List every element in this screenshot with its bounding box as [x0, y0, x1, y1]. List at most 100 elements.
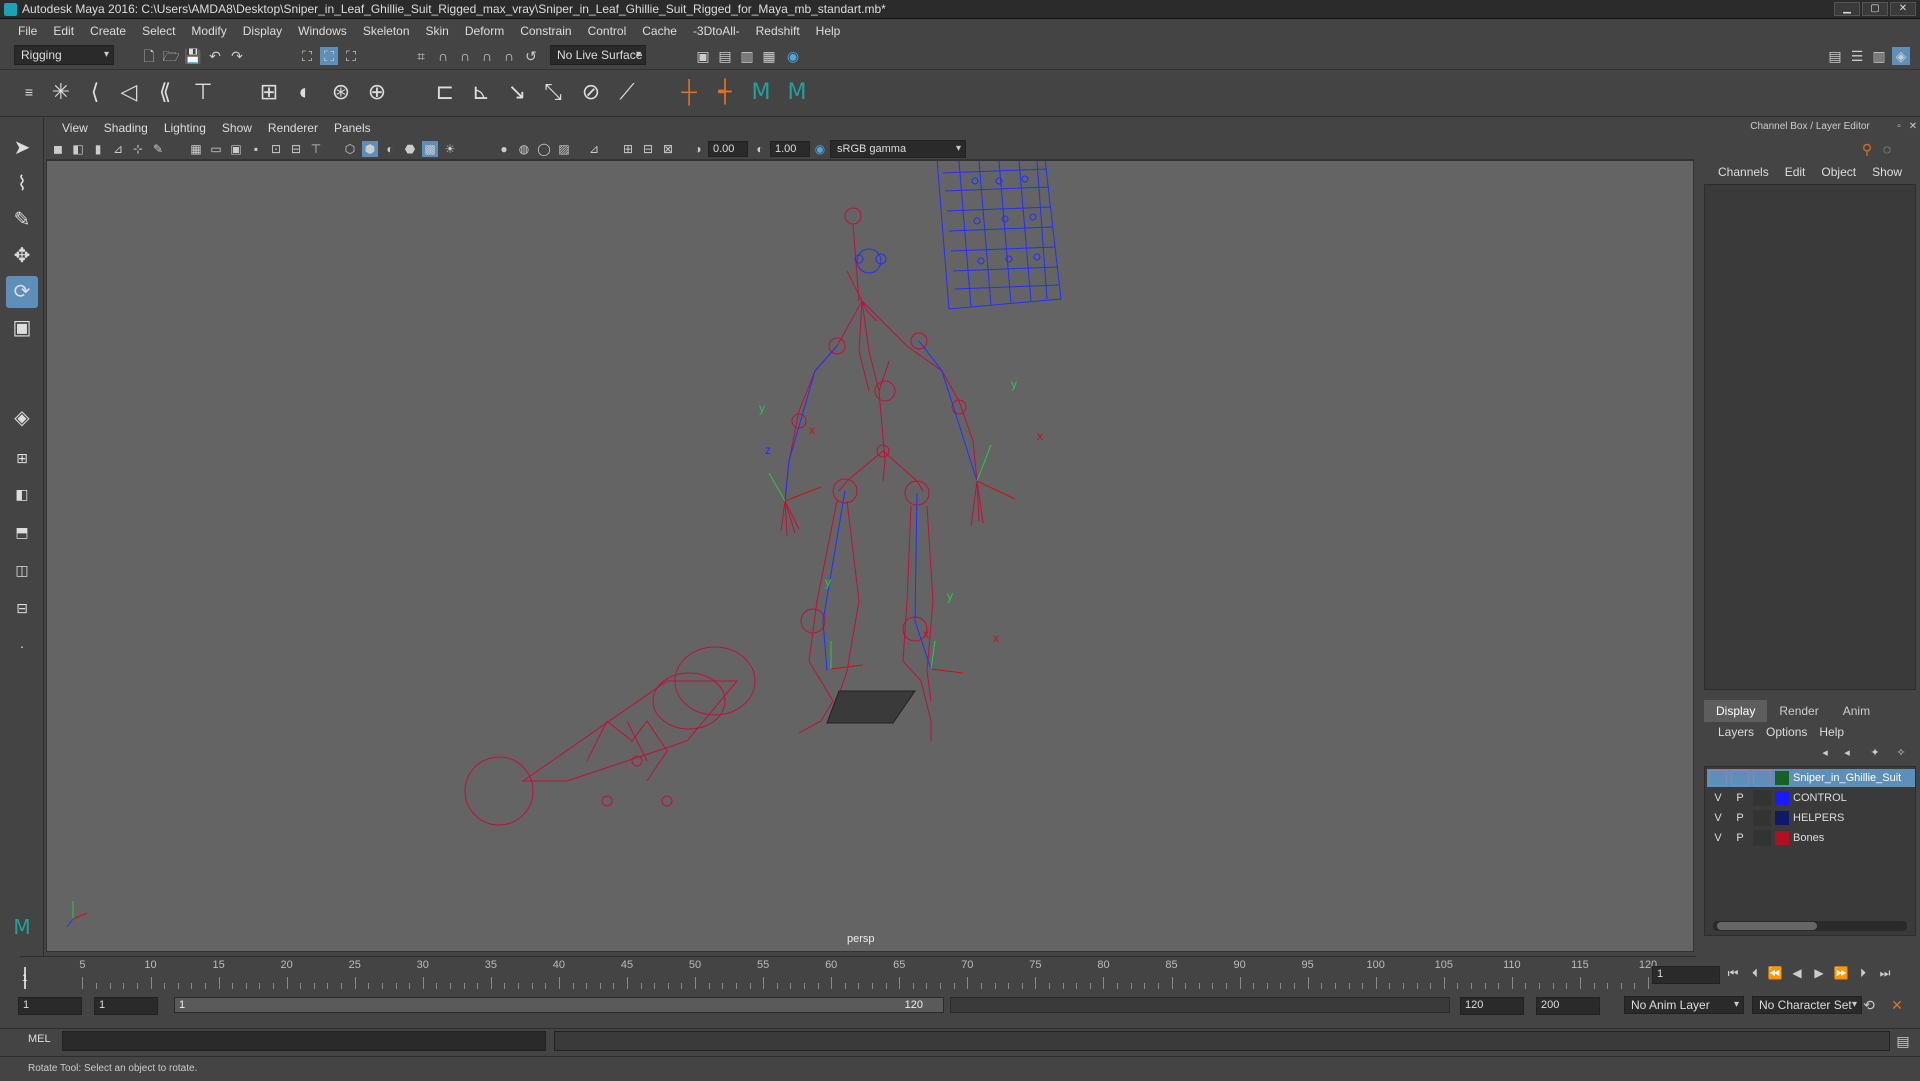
snap-grid-icon[interactable]: ⌗	[412, 47, 430, 65]
animation-preferences-icon[interactable]: ✕	[1888, 996, 1906, 1014]
select-camera-icon[interactable]: ◼	[50, 141, 66, 157]
paint-select-icon[interactable]: ✎	[6, 204, 38, 236]
snap-surface-icon[interactable]: ∩	[500, 47, 518, 65]
motion-blur-icon[interactable]: ◯	[536, 141, 552, 157]
vp-menu-shading[interactable]: Shading	[96, 121, 156, 135]
gate-mask-icon[interactable]: ▪	[248, 141, 264, 157]
xray-active-icon[interactable]: ⊟	[640, 141, 656, 157]
le-menu-help[interactable]: Help	[1813, 725, 1850, 739]
maya-m-icon[interactable]: Ⅿ	[746, 77, 776, 107]
facial-control-board[interactable]	[936, 161, 1062, 310]
scale-constraint-icon[interactable]: ⤡	[538, 77, 568, 107]
camera-attributes-icon[interactable]: ◧	[70, 141, 86, 157]
safe-title-icon[interactable]: ⊤	[308, 141, 324, 157]
vp-menu-show[interactable]: Show	[214, 121, 260, 135]
layer-playback-toggle[interactable]: P	[1731, 830, 1749, 846]
cb-menu-channels[interactable]: Channels	[1710, 165, 1777, 179]
image-plane-icon[interactable]: ⊿	[110, 141, 126, 157]
perspective-viewport[interactable]: y x z y x y x y x persp	[46, 160, 1694, 952]
menu-control[interactable]: Control	[580, 24, 635, 38]
close-button[interactable]: ✕	[1890, 2, 1916, 16]
layer-row-control[interactable]: V P CONTROL	[1707, 789, 1915, 807]
vp-menu-lighting[interactable]: Lighting	[156, 121, 214, 135]
color-management-icon[interactable]: ◉	[812, 141, 828, 157]
channel-box-options-icon[interactable]: ◌	[1878, 140, 1896, 158]
bind-skin-icon[interactable]: ⊞	[254, 77, 284, 107]
cluster-handle-icon[interactable]: ┽	[710, 77, 740, 107]
isolate-select-icon[interactable]: ⊿	[586, 141, 602, 157]
persp-graph-layout-icon[interactable]: ⬒	[6, 516, 38, 548]
screen-space-ao-icon[interactable]: ◍	[516, 141, 532, 157]
modeling-toolkit-icon[interactable]: ▤	[1826, 47, 1844, 65]
step-forward-key-icon[interactable]: ⏩	[1832, 964, 1850, 982]
resolution-gate-icon[interactable]: ▣	[228, 141, 244, 157]
le-menu-layers[interactable]: Layers	[1712, 725, 1760, 739]
layer-list-scroll-thumb[interactable]	[1717, 922, 1817, 930]
undo-icon[interactable]: ↶	[206, 47, 224, 65]
cluster-icon[interactable]: ⊕	[362, 77, 392, 107]
tool-settings-icon[interactable]: ▥	[1870, 47, 1888, 65]
select-object-icon[interactable]: ⛶	[320, 47, 338, 65]
paint-weights-icon[interactable]: ◐	[290, 77, 320, 107]
render-frame-icon[interactable]: ▤	[716, 47, 734, 65]
live-surface-field[interactable]: No Live Surface	[550, 45, 646, 65]
layer-row-bones[interactable]: V P Bones	[1707, 829, 1915, 847]
cb-menu-object[interactable]: Object	[1813, 165, 1864, 179]
le-menu-options[interactable]: Options	[1760, 725, 1813, 739]
channel-box-close-icon[interactable]: ✕	[1904, 118, 1920, 136]
layer-display-type-toggle[interactable]	[1753, 810, 1771, 826]
custom-layout-icon[interactable]: ·	[6, 630, 38, 662]
menu-3dtoall[interactable]: -3DtoAll-	[685, 24, 748, 38]
anim-layer-dropdown[interactable]: No Anim Layer	[1624, 996, 1744, 1014]
ik-handle-icon[interactable]: ◁	[114, 77, 144, 107]
xray-icon[interactable]: ⊞	[620, 141, 636, 157]
auto-key-icon[interactable]: ⟲	[1860, 996, 1878, 1014]
cb-menu-edit[interactable]: Edit	[1777, 165, 1814, 179]
parent-constraint-icon[interactable]: ⊘	[576, 77, 606, 107]
menu-modify[interactable]: Modify	[183, 24, 234, 38]
bookmark-icon[interactable]: ▮	[90, 141, 106, 157]
gamma-icon[interactable]: ◐	[752, 141, 768, 157]
lasso-tool-icon[interactable]: ⌇	[6, 168, 38, 200]
locator-icon[interactable]: ┼	[674, 77, 704, 107]
animation-start-field[interactable]: 1	[18, 997, 82, 1015]
use-all-lights-icon[interactable]: ☀	[442, 141, 458, 157]
menu-windows[interactable]: Windows	[290, 24, 355, 38]
menu-skeleton[interactable]: Skeleton	[355, 24, 418, 38]
redo-icon[interactable]: ↷	[228, 47, 246, 65]
snap-point-icon[interactable]: ∩	[456, 47, 474, 65]
move-layer-up-icon[interactable]: ◂	[1816, 744, 1834, 762]
step-forward-frame-icon[interactable]: ⏵	[1854, 964, 1872, 982]
step-back-key-icon[interactable]: ⏪	[1766, 964, 1784, 982]
snap-curve-icon[interactable]: ∩	[434, 47, 452, 65]
menu-edit[interactable]: Edit	[45, 24, 82, 38]
layer-row-sniper[interactable]: Sniper_in_Ghillie_Suit	[1707, 769, 1915, 787]
menu-create[interactable]: Create	[82, 24, 134, 38]
channel-box-key-icon[interactable]: ⚲	[1858, 140, 1876, 158]
ipr-render-icon[interactable]: ▥	[738, 47, 756, 65]
two-d-pan-icon[interactable]: ⊹	[130, 141, 146, 157]
exposure-icon[interactable]: ◑	[690, 141, 706, 157]
layer-list-scrollbar[interactable]	[1713, 921, 1907, 931]
four-view-layout-icon[interactable]: ⊞	[6, 442, 38, 474]
vp-menu-panels[interactable]: Panels	[326, 121, 379, 135]
outliner-layout-icon[interactable]: ◫	[6, 554, 38, 586]
layer-visibility-toggle[interactable]: V	[1709, 830, 1727, 846]
safe-action-icon[interactable]: ⊟	[288, 141, 304, 157]
menu-cache[interactable]: Cache	[634, 24, 685, 38]
use-default-material-icon[interactable]: ◐	[382, 141, 398, 157]
select-tool-icon[interactable]: ➤	[6, 132, 38, 164]
script-language-label[interactable]: MEL	[28, 1033, 51, 1045]
go-to-end-icon[interactable]: ⏭	[1876, 964, 1894, 982]
go-to-start-icon[interactable]: ⏮	[1724, 964, 1742, 982]
grease-pencil-icon[interactable]: ✎	[150, 141, 166, 157]
layer-color-swatch[interactable]	[1775, 771, 1789, 785]
orient-constraint-icon[interactable]: ↘	[502, 77, 532, 107]
layer-color-swatch[interactable]	[1775, 791, 1789, 805]
minimize-button[interactable]: ▁	[1834, 2, 1860, 16]
menu-select[interactable]: Select	[134, 24, 183, 38]
layer-color-swatch[interactable]	[1775, 811, 1789, 825]
field-chart-icon[interactable]: ⊡	[268, 141, 284, 157]
layer-row-helpers[interactable]: V P HELPERS	[1707, 809, 1915, 827]
view-transform-dropdown[interactable]: sRGB gamma	[830, 140, 966, 158]
